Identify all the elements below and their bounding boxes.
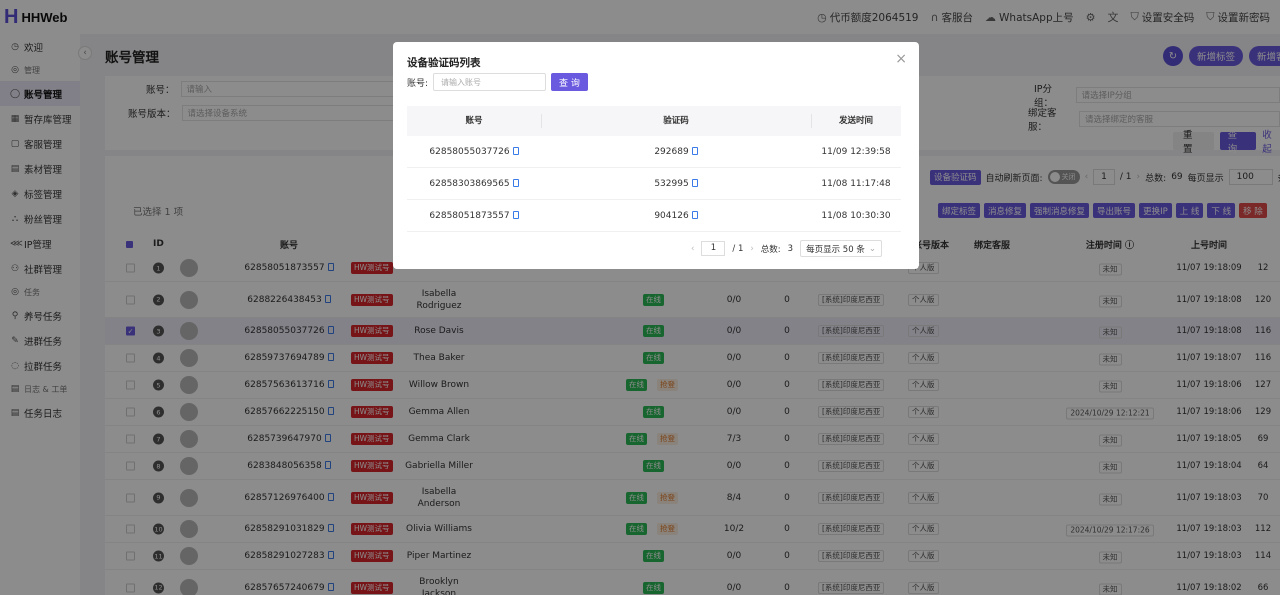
- copy-icon[interactable]: [691, 147, 698, 155]
- modal-col-account: 账号: [465, 116, 483, 126]
- modal-page-input[interactable]: 1: [701, 241, 726, 256]
- modal-table-body: 62858055037726 292689 11/09 12:39:58 628583…: [407, 136, 901, 232]
- modal-next-page-icon[interactable]: ›: [750, 244, 753, 254]
- copy-icon[interactable]: [691, 179, 698, 187]
- modal-account-cell: 62858051873557: [407, 200, 541, 232]
- modal-row: 62858303869565 532995 11/08 11:17:48: [407, 168, 901, 200]
- modal-code-cell: 532995: [541, 168, 811, 200]
- modal-account-input[interactable]: 请输入账号: [433, 73, 547, 91]
- modal-row: 62858055037726 292689 11/09 12:39:58: [407, 136, 901, 168]
- modal-account: 62858303869565: [429, 179, 510, 189]
- device-code-modal: 设备验证码列表 × 账号: 请输入账号 查 询 账号 验证码 发送时间 6285…: [393, 42, 919, 269]
- modal-account: 62858055037726: [429, 147, 510, 157]
- modal-account: 62858051873557: [429, 211, 510, 221]
- modal-pagination: ‹ 1 / 1 › 总数: 3 每页显示 50 条 ⌄: [691, 240, 882, 257]
- modal-total-count: 3: [787, 243, 794, 254]
- page-size-text: 每页显示 50 条: [806, 244, 865, 255]
- modal-account-cell: 62858303869565: [407, 168, 541, 200]
- modal-table-header: 账号 验证码 发送时间: [407, 106, 901, 136]
- modal-search-label: 账号:: [407, 78, 429, 89]
- modal-page-size-select[interactable]: 每页显示 50 条 ⌄: [800, 240, 882, 257]
- modal-code: 292689: [654, 147, 689, 157]
- copy-icon[interactable]: [512, 147, 519, 155]
- copy-icon[interactable]: [691, 211, 698, 219]
- modal-prev-page-icon[interactable]: ‹: [691, 244, 694, 254]
- modal-search: 账号: 请输入账号 查 询: [407, 73, 588, 91]
- modal-col-code: 验证码: [663, 116, 689, 126]
- close-icon[interactable]: ×: [895, 51, 907, 67]
- copy-icon[interactable]: [512, 211, 519, 219]
- modal-code: 904126: [654, 211, 689, 221]
- modal-title: 设备验证码列表: [407, 57, 481, 69]
- modal-page-total: / 1: [732, 243, 744, 254]
- modal-total-label: 总数:: [760, 244, 781, 255]
- modal-account-cell: 62858055037726: [407, 136, 541, 168]
- modal-code-cell: 904126: [541, 200, 811, 232]
- copy-icon[interactable]: [512, 179, 519, 187]
- modal-time: 11/08 10:30:30: [821, 211, 891, 221]
- modal-search-button[interactable]: 查 询: [551, 73, 588, 91]
- modal-code-cell: 292689: [541, 136, 811, 168]
- modal-time: 11/09 12:39:58: [821, 147, 891, 157]
- modal-row: 62858051873557 904126 11/08 10:30:30: [407, 200, 901, 232]
- modal-code: 532995: [654, 179, 689, 189]
- chevron-down-icon: ⌄: [868, 243, 876, 254]
- modal-time: 11/08 11:17:48: [821, 179, 891, 189]
- modal-col-time: 发送时间: [838, 116, 873, 126]
